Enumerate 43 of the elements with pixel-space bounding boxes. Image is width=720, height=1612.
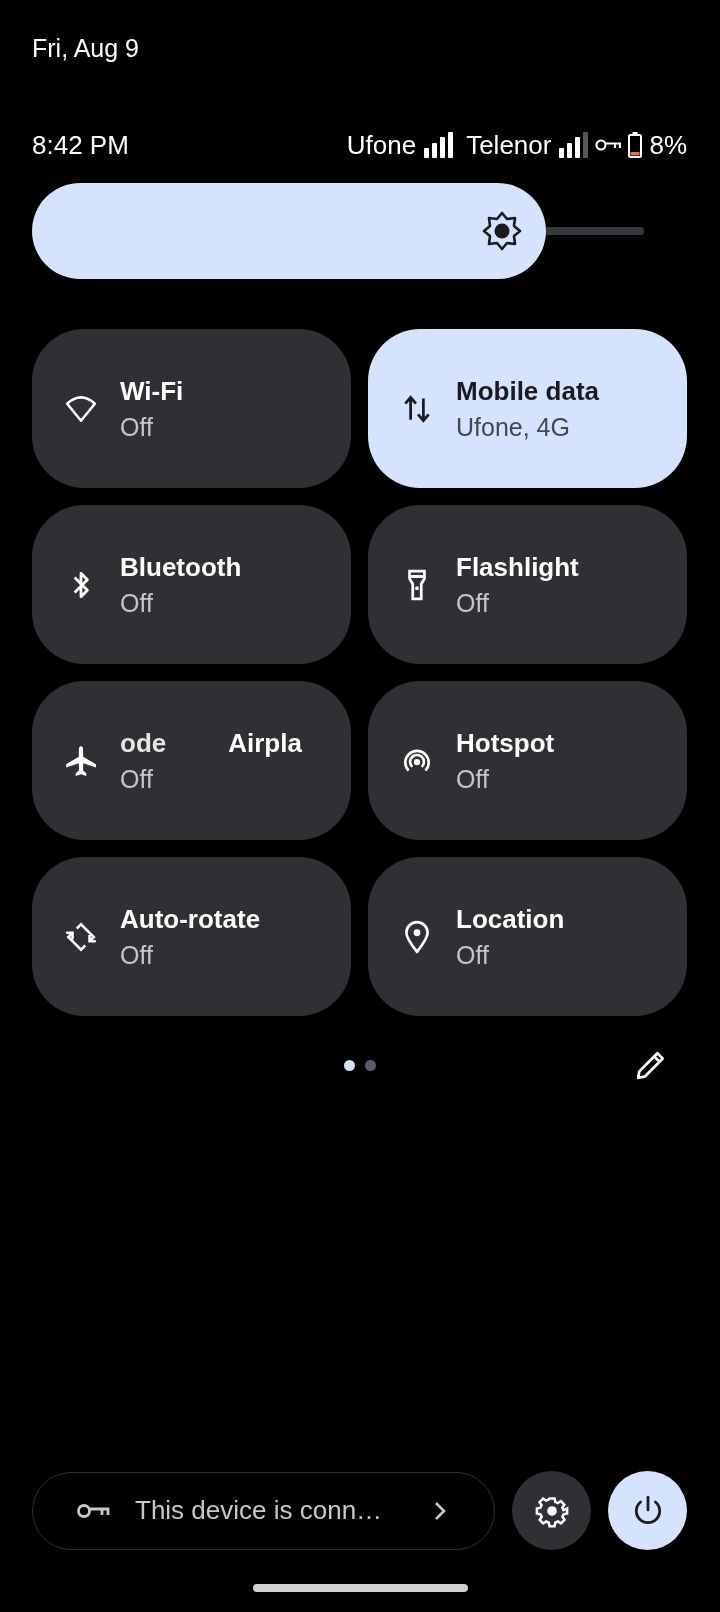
battery-percent: 8% — [649, 129, 687, 161]
security-text: This device is conn… — [135, 1495, 384, 1526]
page-dot[interactable] — [344, 1059, 355, 1071]
tile-title: Mobile data — [456, 375, 599, 407]
tile-title: Hotspot — [456, 727, 555, 759]
chevron-right-icon — [434, 1500, 446, 1521]
tile-title: Auto-rotate — [120, 903, 261, 935]
airplane-icon — [64, 743, 98, 778]
battery-icon — [628, 132, 643, 158]
tile-status: Off — [456, 764, 490, 794]
tile-title: Bluetooth — [120, 551, 242, 583]
tile-status: Off — [456, 940, 490, 970]
quick-setting-tile[interactable]: Auto-rotate Off — [32, 857, 351, 1016]
clock-text: 8:42 PM — [32, 129, 129, 161]
tile-title: Airpla — [228, 727, 302, 759]
date-text: Fri, Aug 9 — [32, 34, 139, 63]
tile-status: Ufone, 4G — [456, 412, 571, 442]
signal-icon — [558, 132, 589, 158]
key-icon — [595, 138, 622, 152]
tile-status: Off — [120, 588, 154, 618]
quick-setting-tile[interactable]: Hotspot Off — [368, 681, 687, 840]
tile-title: Wi-Fi — [120, 375, 184, 407]
page-dot[interactable] — [365, 1059, 376, 1071]
brightness-icon — [482, 211, 523, 251]
tile-title: ode — [120, 727, 167, 759]
quick-setting-tile[interactable]: Flashlight Off — [368, 505, 687, 664]
tile-status: Off — [120, 412, 154, 442]
tile-status: Off — [456, 588, 490, 618]
tile-title: Location — [456, 903, 565, 935]
quick-setting-tile[interactable]: ode Airpla Off — [32, 681, 351, 840]
quick-setting-tile[interactable]: Wi-Fi Off — [32, 329, 351, 488]
quick-setting-tile[interactable]: Location Off — [368, 857, 687, 1016]
signal-icon — [423, 132, 454, 158]
home-handle[interactable] — [252, 1584, 468, 1592]
quick-setting-tile[interactable]: Bluetooth Off — [32, 505, 351, 664]
carrier-name: Telenor — [466, 129, 552, 161]
brightness-slider[interactable] — [32, 183, 644, 279]
tile-title: Flashlight — [456, 551, 579, 583]
key-icon — [76, 1501, 110, 1520]
tile-status: Off — [120, 764, 154, 794]
tile-status: Off — [120, 940, 154, 970]
quick-setting-tile[interactable]: Mobile data Ufone, 4G — [368, 329, 687, 488]
carrier-name: Ufone — [346, 129, 417, 161]
